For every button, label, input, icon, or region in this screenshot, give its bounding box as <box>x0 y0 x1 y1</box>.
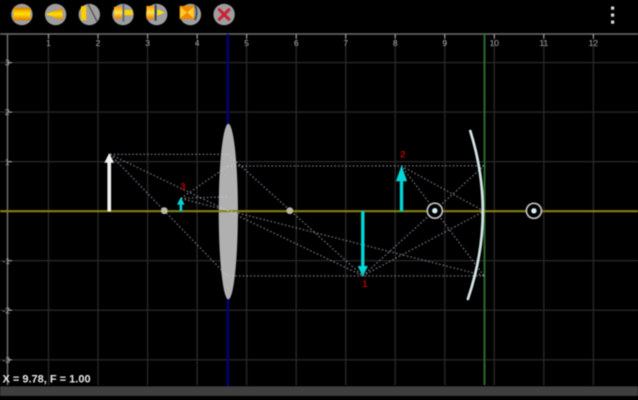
svg-text:5: 5 <box>244 38 249 48</box>
svg-text:1: 1 <box>5 157 10 167</box>
svg-text:12: 12 <box>589 38 599 48</box>
svg-text:1: 1 <box>362 279 368 290</box>
svg-text:X = 9.78, F = 1.00: X = 9.78, F = 1.00 <box>3 374 91 386</box>
svg-text:3: 3 <box>180 182 185 193</box>
svg-text:2: 2 <box>96 38 101 48</box>
svg-text:7: 7 <box>343 38 348 48</box>
svg-text:8: 8 <box>393 38 398 48</box>
svg-text:4: 4 <box>195 38 200 48</box>
svg-text:6: 6 <box>294 38 299 48</box>
svg-text:-3: -3 <box>3 355 11 365</box>
svg-text:-1: -1 <box>3 256 11 266</box>
svg-text:9: 9 <box>442 38 447 48</box>
svg-text:3: 3 <box>5 58 10 68</box>
svg-text:-2: -2 <box>3 305 11 315</box>
svg-text:2: 2 <box>5 107 10 117</box>
svg-text:11: 11 <box>539 38 548 48</box>
svg-text:10: 10 <box>490 38 500 48</box>
svg-text:3: 3 <box>145 38 150 48</box>
svg-text:1: 1 <box>46 38 51 48</box>
svg-text:2: 2 <box>400 149 405 160</box>
